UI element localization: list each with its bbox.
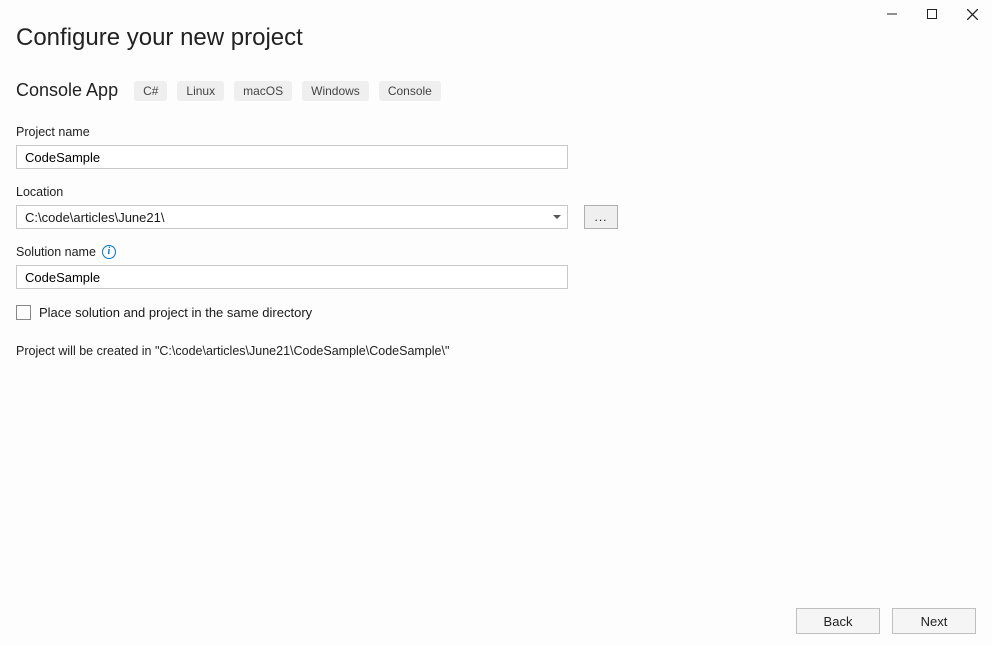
next-button[interactable]: Next [892,608,976,634]
maximize-button[interactable] [912,0,952,28]
solution-name-label: Solution name [16,245,96,259]
minimize-button[interactable] [872,0,912,28]
location-label: Location [16,185,976,199]
project-type-label: Console App [16,80,118,101]
info-icon[interactable]: i [102,245,116,259]
same-directory-label: Place solution and project in the same d… [39,305,312,320]
same-directory-checkbox[interactable] [16,305,31,320]
creation-path-summary: Project will be created in "C:\code\arti… [16,344,976,358]
location-value: C:\code\articles\June21\ [25,210,553,225]
project-type-row: Console App C# Linux macOS Windows Conso… [16,80,976,101]
tag-macos: macOS [234,81,292,101]
page-title: Configure your new project [16,24,976,52]
tag-windows: Windows [302,81,369,101]
chevron-down-icon [553,215,561,219]
close-button[interactable] [952,0,992,28]
tag-csharp: C# [134,81,167,101]
solution-name-input[interactable] [16,265,568,289]
project-name-input[interactable] [16,145,568,169]
location-combobox[interactable]: C:\code\articles\June21\ [16,205,568,229]
back-button[interactable]: Back [796,608,880,634]
tag-linux: Linux [177,81,224,101]
project-name-label: Project name [16,125,976,139]
tag-console: Console [379,81,441,101]
browse-button[interactable]: ... [584,205,618,229]
